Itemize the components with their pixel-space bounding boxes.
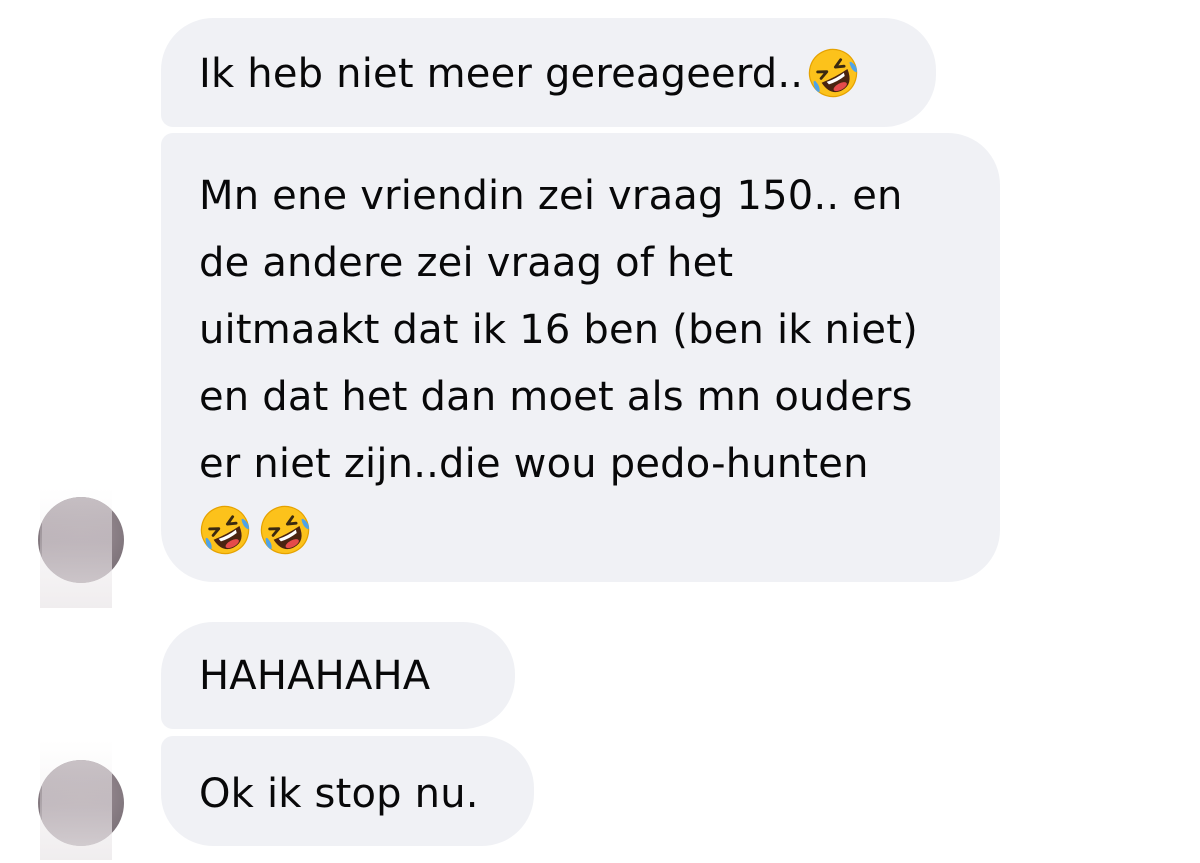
message-line: uitmaakt dat ik 16 ben (ben ik niet) bbox=[199, 307, 918, 353]
avatar-blur-overlay bbox=[40, 488, 112, 608]
message-line: Ok ik stop nu. bbox=[199, 771, 479, 817]
rofl-emoji bbox=[199, 504, 251, 556]
message-line: er niet zijn..die wou pedo-hunten bbox=[199, 441, 869, 487]
message-bubble[interactable]: Mn ene vriendin zei vraag 150.. en de an… bbox=[161, 133, 1000, 582]
rofl-emoji bbox=[259, 504, 311, 556]
message-bubble[interactable]: Ik heb niet meer gereageerd.. bbox=[161, 18, 936, 127]
emoji-line bbox=[199, 498, 1000, 565]
message-line: en dat het dan moet als mn ouders bbox=[199, 374, 913, 420]
message-bubble[interactable]: HAHAHAHA bbox=[161, 622, 515, 729]
message-line: Mn ene vriendin zei vraag 150.. en bbox=[199, 173, 903, 219]
message-bubble[interactable]: Ok ik stop nu. bbox=[161, 736, 534, 846]
message-line: HAHAHAHA bbox=[199, 653, 431, 699]
message-line: Ik heb niet meer gereageerd.. bbox=[199, 41, 936, 108]
rofl-emoji bbox=[807, 47, 859, 99]
avatar-blur-overlay bbox=[40, 740, 112, 860]
message-line: de andere zei vraag of het bbox=[199, 240, 734, 286]
